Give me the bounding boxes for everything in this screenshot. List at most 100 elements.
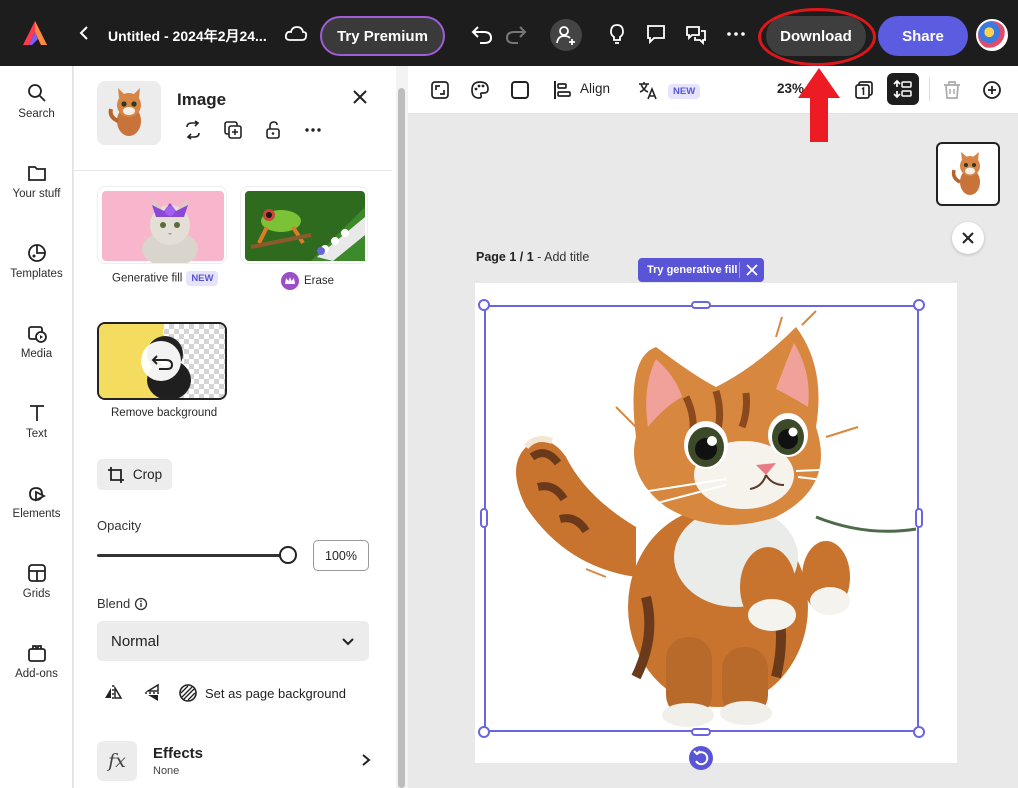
rail-item-elements[interactable]: Elements [0, 470, 73, 530]
rail-item-templates[interactable]: Templates [0, 230, 73, 290]
rail-item-media[interactable]: Media [0, 310, 73, 370]
try-generative-fill-button[interactable]: Try generative fill [638, 258, 764, 282]
blend-label: Blend [97, 596, 148, 611]
page-label[interactable]: Page 1 / 1 - Add title [476, 250, 589, 264]
search-icon [27, 84, 46, 102]
opacity-slider-handle[interactable] [279, 546, 297, 564]
rail-item-grids[interactable]: Grids [0, 550, 73, 610]
generative-fill-card[interactable] [97, 186, 227, 264]
effects-title[interactable]: Effects [153, 745, 203, 762]
generative-fill-label: Generative fill NEW [112, 271, 219, 286]
undo-icon[interactable] [470, 22, 494, 46]
panel-scrollbar[interactable] [398, 88, 405, 788]
panel-title: Image [177, 90, 227, 109]
chevron-down-icon [342, 638, 354, 646]
panel-divider [74, 170, 392, 171]
chevron-right-icon[interactable] [360, 753, 372, 767]
try-premium-button[interactable]: Try Premium [320, 16, 445, 56]
grids-icon [27, 564, 46, 582]
color-palette-icon[interactable] [469, 79, 491, 101]
rail-item-search[interactable]: Search [0, 70, 73, 130]
opacity-value-input[interactable]: 100% [313, 540, 369, 571]
resize-handle-right[interactable] [915, 508, 923, 528]
align-icon[interactable] [551, 79, 573, 101]
resize-handle-top-right[interactable] [913, 299, 925, 311]
download-button[interactable]: Download [766, 16, 866, 56]
trash-icon[interactable] [941, 79, 963, 101]
rail-label: Text [25, 428, 48, 440]
add-circle-icon[interactable] [981, 79, 1003, 101]
rail-item-text[interactable]: Text [0, 390, 73, 450]
rail-item-your-stuff[interactable]: Your stuff [0, 150, 73, 210]
rail-label: Add-ons [15, 668, 58, 680]
lightbulb-icon[interactable] [605, 22, 629, 46]
elements-icon [28, 487, 46, 502]
templates-icon [27, 244, 46, 262]
canvas-toolbar [408, 66, 1018, 114]
resize-handle-top[interactable] [691, 301, 711, 309]
comment-icon[interactable] [644, 22, 668, 46]
more-options-icon[interactable] [303, 120, 323, 140]
resize-handle-bottom[interactable] [691, 728, 711, 736]
crop-icon [107, 466, 124, 483]
text-icon [29, 405, 44, 421]
remove-background-card[interactable] [97, 322, 227, 400]
replace-image-icon[interactable] [183, 120, 203, 140]
rail-label: Your stuff [12, 188, 61, 200]
remove-background-label: Remove background [111, 407, 218, 419]
share-button[interactable]: Share [878, 16, 968, 56]
rotate-handle[interactable] [689, 746, 713, 770]
rail-label: Media [20, 348, 53, 360]
back-icon[interactable] [76, 24, 94, 42]
adobe-express-logo-icon[interactable] [22, 20, 48, 46]
rail-item-add-ons[interactable]: Add-ons [0, 630, 73, 690]
unlock-icon[interactable] [263, 120, 283, 140]
resize-handle-top-left[interactable] [478, 299, 490, 311]
rail-label: Elements [12, 508, 61, 520]
effects-value: None [153, 765, 180, 777]
resize-handle-bottom-left[interactable] [478, 726, 490, 738]
close-panel-icon[interactable] [351, 88, 369, 106]
resize-handle-left[interactable] [480, 508, 488, 528]
more-icon[interactable] [724, 22, 748, 46]
duplicate-icon[interactable] [223, 120, 243, 140]
align-label[interactable]: Align [580, 81, 610, 96]
translate-icon[interactable] [637, 79, 659, 101]
kitten-thumbnail-image [108, 88, 141, 136]
toolbar-divider [929, 77, 930, 101]
red-arrow-annotation [798, 68, 840, 142]
blend-mode-select[interactable]: Normal [97, 621, 369, 661]
selection-box [484, 305, 919, 732]
info-icon[interactable] [134, 597, 148, 611]
folder-icon [27, 166, 46, 181]
page-thumbnail[interactable] [936, 142, 1000, 206]
border-icon[interactable] [509, 79, 531, 101]
flip-horizontal-icon[interactable] [103, 683, 123, 703]
resize-icon[interactable] [429, 79, 451, 101]
premium-crown-icon [281, 272, 299, 290]
effects-icon[interactable]: fx [97, 741, 137, 781]
selected-image-thumbnail [97, 81, 161, 145]
new-badge: NEW [186, 271, 219, 286]
flip-vertical-icon[interactable] [143, 683, 163, 703]
document-title[interactable]: Untitled - 2024年2月24... [108, 26, 267, 46]
invite-button[interactable] [550, 19, 582, 51]
layer-order-icon[interactable] [853, 79, 875, 101]
set-background-icon[interactable] [178, 683, 198, 703]
arrange-button[interactable] [887, 73, 919, 105]
close-icon[interactable] [745, 263, 759, 277]
resize-handle-bottom-right[interactable] [913, 726, 925, 738]
close-thumbnail-button[interactable] [952, 222, 984, 254]
crop-button[interactable]: Crop [97, 459, 172, 490]
comments-icon[interactable] [684, 22, 708, 46]
erase-card[interactable] [240, 186, 368, 264]
rotate-icon [693, 750, 709, 766]
page-thumbnail-image [951, 152, 980, 195]
properties-panel [74, 66, 396, 788]
redo-icon[interactable] [504, 22, 528, 46]
rail-label: Templates [10, 268, 63, 280]
opacity-slider-track[interactable] [97, 554, 287, 557]
set-as-page-background-button[interactable]: Set as page background [205, 686, 346, 701]
avatar[interactable] [976, 19, 1008, 51]
cloud-icon[interactable] [284, 24, 308, 44]
